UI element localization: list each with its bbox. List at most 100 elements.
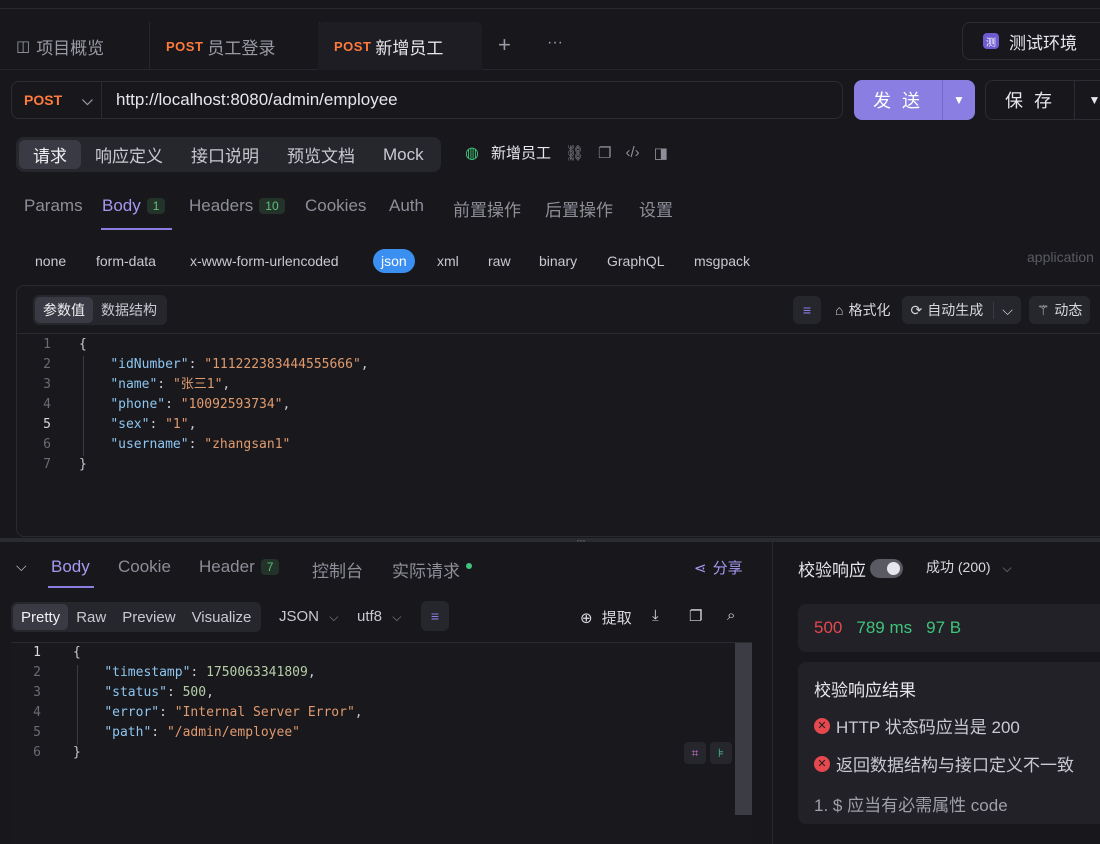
url-input[interactable]: http://localhost:8080/admin/employee	[102, 90, 398, 110]
link-icon[interactable]: ⛓	[565, 144, 584, 162]
new-tab-icon[interactable]: +	[498, 32, 511, 58]
tab-pre-operations[interactable]: 前置操作	[453, 196, 521, 221]
panel-icon[interactable]: ◨	[654, 144, 668, 162]
extract-button[interactable]: ⊕ 提取	[580, 607, 632, 628]
dynamic-value-button[interactable]: ⚚ 动态	[1028, 296, 1091, 324]
wrap-icon[interactable]: ≡	[793, 296, 821, 324]
download-icon[interactable]: ⤓	[652, 607, 659, 624]
more-tabs-icon[interactable]: ···	[547, 34, 563, 52]
tab-cookies[interactable]: Cookies	[305, 196, 366, 216]
tab-overview[interactable]: ◫ 项目概览	[0, 22, 150, 70]
body-type-graphql[interactable]: GraphQL	[607, 249, 665, 273]
response-metrics: 500 789 ms 97 B	[798, 604, 1100, 652]
scrollbar[interactable]	[735, 643, 752, 815]
body-type-json[interactable]: json	[373, 249, 415, 273]
tab-data-schema[interactable]: 数据结构	[93, 297, 165, 323]
response-tab-cookie[interactable]: Cookie	[118, 557, 171, 577]
response-body-viewer[interactable]: 1 2 3 4 5 6 { "timestamp": 1750063341809…	[11, 642, 752, 844]
result-item: ✕ 返回数据结构与接口定义不一致	[814, 751, 1074, 776]
autogen-label: 自动生成	[927, 302, 984, 318]
body-type-form-data[interactable]: form-data	[96, 249, 156, 273]
request-body-editor[interactable]: 参数值 数据结构 ≡ ⌂ 格式化 ⟳ 自动生成 ⌵ ⚚ 动态 1 2 3 4 5…	[16, 285, 1100, 537]
tab-api-description[interactable]: 接口说明	[177, 140, 273, 169]
chevron-down-icon: ⌵	[1002, 561, 1012, 575]
response-format-tabs: Pretty Raw Preview Visualize	[11, 602, 262, 632]
tab-auth[interactable]: Auth	[389, 196, 424, 216]
expected-status-select[interactable]: 成功 (200) ⌵	[926, 557, 1012, 577]
response-size: 97 B	[926, 618, 962, 637]
chevron-down-icon[interactable]: ▼	[1074, 81, 1100, 119]
format-visualize[interactable]: Visualize	[184, 604, 260, 630]
status-dot-icon	[466, 562, 472, 569]
response-time: 789 ms	[856, 618, 913, 637]
splitter-grip-icon[interactable]: ···	[576, 533, 586, 547]
tab-headers[interactable]: Headers 10	[189, 196, 285, 216]
encoding-select[interactable]: utf8 ⌵	[357, 608, 401, 625]
json-key: "timestamp"	[104, 665, 191, 680]
share-button[interactable]: ⋖ 分享	[694, 557, 743, 578]
body-type-xml[interactable]: xml	[437, 249, 459, 273]
toggle-switch[interactable]	[870, 559, 903, 578]
scan-icon[interactable]: ⌗	[684, 742, 706, 764]
format-pretty[interactable]: Pretty	[13, 604, 69, 630]
method-select[interactable]: POST ⌵	[12, 82, 102, 118]
code-line: "sex": "1",	[110, 417, 197, 432]
save-button[interactable]: 保 存 ▼	[985, 80, 1100, 120]
response-tab-console[interactable]: 控制台	[312, 557, 363, 582]
tab-params[interactable]: Params	[24, 196, 83, 216]
json-value: 1750063341809	[206, 665, 308, 680]
collapse-chevron-icon[interactable]: ⌵	[16, 558, 27, 575]
tab-response-definition[interactable]: 响应定义	[81, 140, 177, 169]
tab-body-label: Body	[102, 196, 141, 215]
format-raw[interactable]: Raw	[68, 604, 114, 630]
environment-select[interactable]: 测 测试环境	[962, 22, 1100, 60]
chevron-down-icon[interactable]: ⌵	[993, 301, 1013, 319]
line-number: 2	[43, 357, 51, 372]
request-view-tabs: 请求 响应定义 接口说明 预览文档 Mock	[16, 137, 441, 172]
json-key: "name"	[110, 377, 158, 392]
tab-employee-login[interactable]: POST 员工登录	[150, 22, 320, 70]
tab-body[interactable]: Body 1	[102, 196, 166, 216]
results-title: 校验响应结果	[814, 681, 916, 700]
body-type-msgpack[interactable]: msgpack	[694, 249, 750, 273]
body-type-binary[interactable]: binary	[539, 249, 577, 273]
method-badge: POST	[334, 38, 372, 54]
chevron-down-icon[interactable]: ▼	[942, 80, 975, 120]
verify-response-toggle[interactable]: 校验响应	[798, 556, 903, 581]
body-type-urlencoded[interactable]: x-www-form-urlencoded	[190, 249, 339, 273]
editor-mode-tabs: 参数值 数据结构	[33, 295, 167, 325]
line-number: 6	[43, 437, 51, 452]
body-type-raw[interactable]: raw	[488, 249, 511, 273]
code-icon[interactable]: ‹/›	[625, 144, 639, 161]
language-select[interactable]: JSON ⌵	[279, 608, 338, 625]
format-button[interactable]: 格式化	[848, 300, 890, 320]
autogen-button[interactable]: ⟳ 自动生成 ⌵	[902, 296, 1021, 324]
copy-icon[interactable]: ❐	[598, 144, 611, 162]
tab-request[interactable]: 请求	[19, 140, 81, 169]
send-label: 发 送	[872, 91, 923, 111]
tab-post-operations[interactable]: 后置操作	[545, 196, 613, 221]
line-number: 4	[43, 397, 51, 412]
top-divider	[0, 8, 1100, 9]
tab-settings[interactable]: 设置	[639, 196, 673, 221]
copy-icon[interactable]: ❐	[689, 607, 702, 625]
tab-add-employee[interactable]: POST 新增员工	[318, 22, 482, 70]
environment-badge: 测	[983, 33, 999, 49]
verification-results: 校验响应结果 ✕ HTTP 状态码应当是 200 ✕ 返回数据结构与接口定义不一…	[798, 662, 1100, 824]
body-count-badge: 1	[146, 198, 166, 214]
response-tab-body[interactable]: Body	[51, 557, 90, 577]
wrap-icon[interactable]: ≡	[421, 601, 449, 631]
json-value: "/admin/employee"	[166, 725, 300, 740]
format-preview[interactable]: Preview	[114, 604, 183, 630]
assert-icon[interactable]: ⊧	[710, 742, 732, 764]
tab-param-values[interactable]: 参数值	[35, 297, 93, 323]
send-button[interactable]: 发 送 ▼	[854, 80, 975, 120]
tab-preview-docs[interactable]: 预览文档	[273, 140, 369, 169]
response-tab-actual-request[interactable]: 实际请求	[392, 557, 472, 582]
tab-mock[interactable]: Mock	[369, 140, 438, 169]
response-tab-header[interactable]: Header 7	[199, 557, 280, 577]
format-icon: ⌂	[835, 302, 844, 318]
search-icon[interactable]: ⌕	[727, 607, 735, 624]
body-type-none[interactable]: none	[35, 249, 66, 273]
pane-splitter[interactable]	[0, 538, 1100, 542]
